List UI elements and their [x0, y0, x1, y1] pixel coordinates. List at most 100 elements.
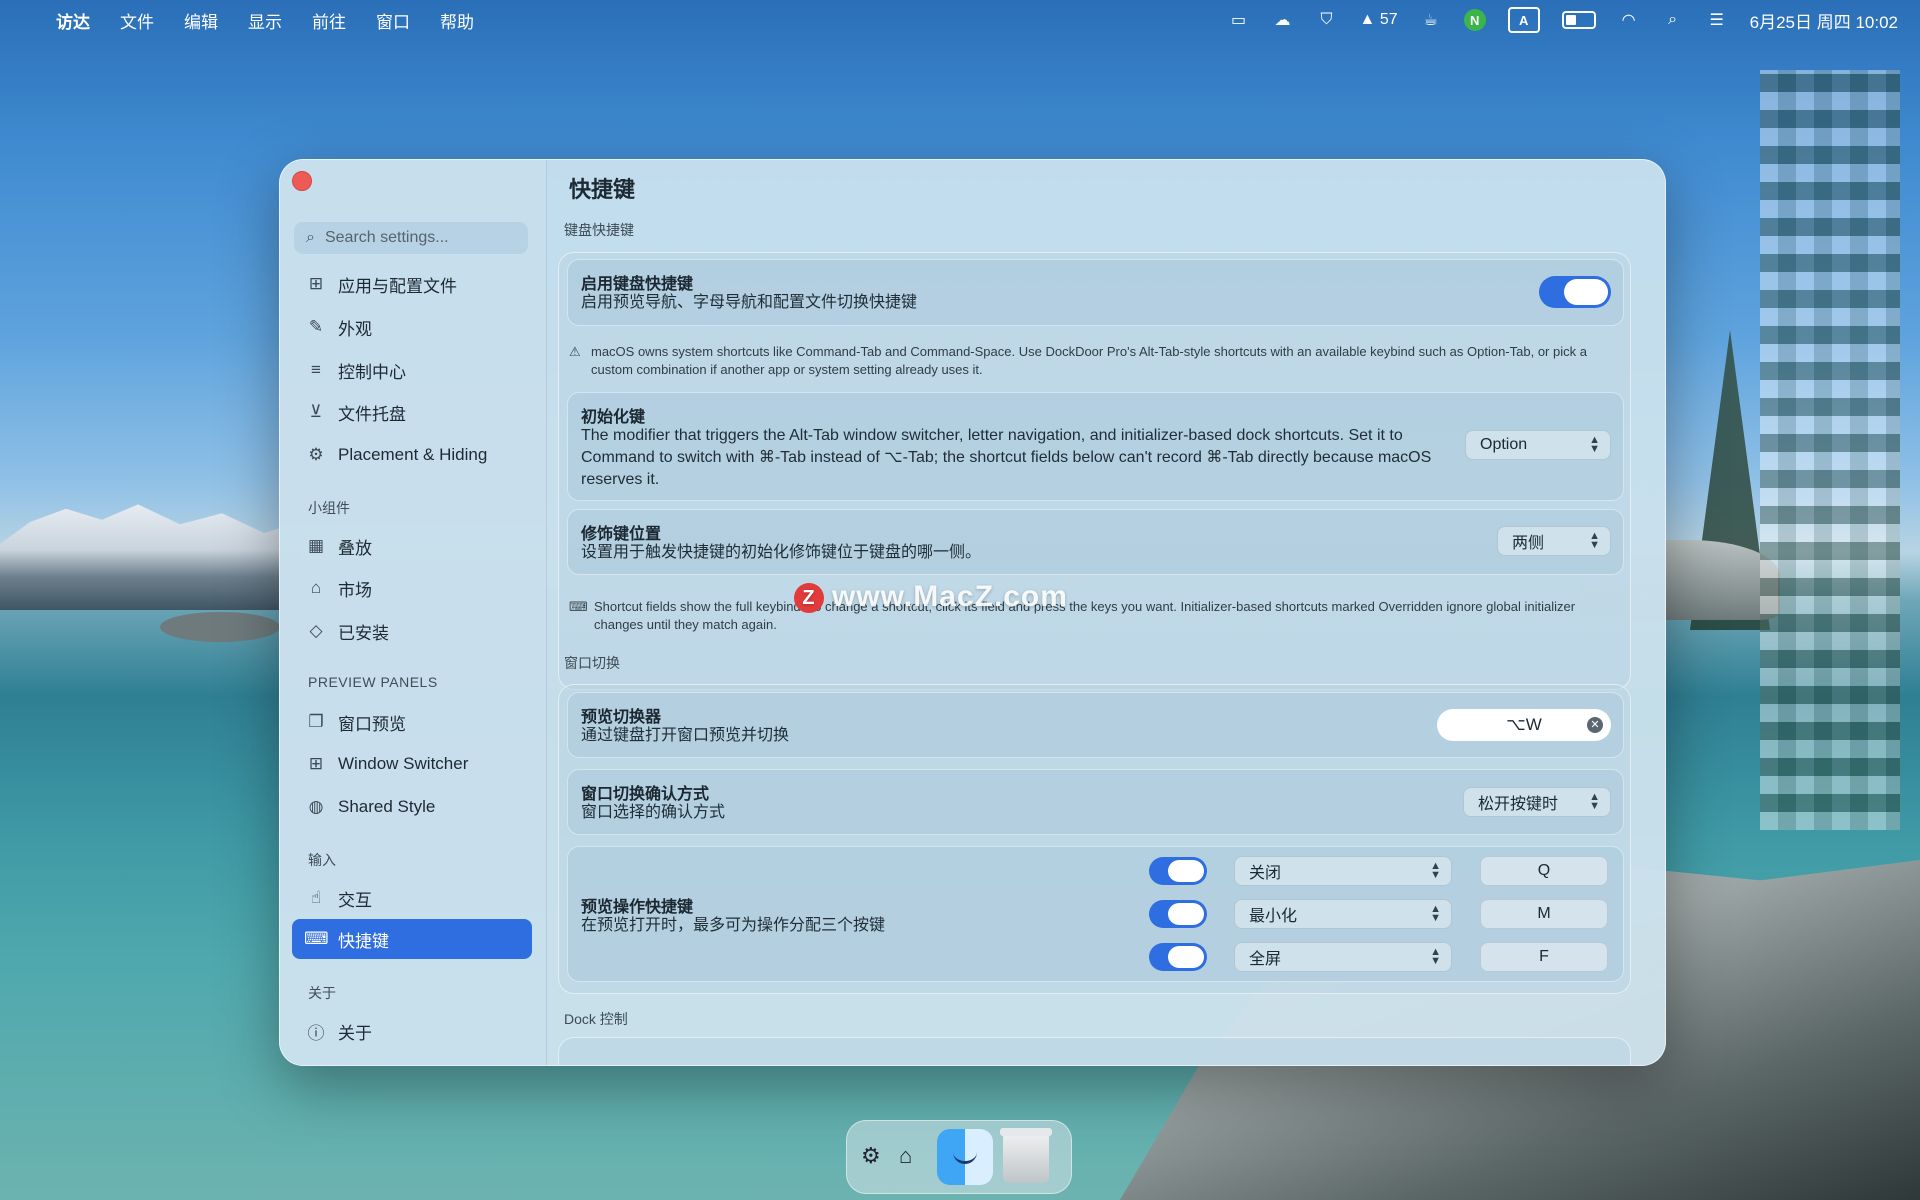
cube-icon: ◇ — [309, 621, 323, 640]
initializer-key-title: 初始化键 — [581, 409, 646, 426]
action-3-key[interactable]: F — [1480, 942, 1608, 972]
sidebar-item-placement-hiding[interactable]: ⚙ Placement & Hiding — [292, 435, 532, 475]
switch-confirm-row: 窗口切换确认方式 窗口选择的确认方式 松开按键时 ▲ ▼ — [567, 769, 1624, 835]
trash-icon[interactable] — [1000, 1128, 1052, 1183]
chevron-updown-icon: ▲ ▼ — [1589, 530, 1600, 551]
modifier-side-desc: 设置用于触发快捷键的初始化修饰键位于键盘的哪一侧。 — [581, 544, 982, 561]
home-icon[interactable]: ⌂ — [899, 1143, 912, 1169]
display-icon[interactable]: ▭ — [1228, 9, 1250, 31]
initializer-key-value: Option — [1480, 436, 1528, 453]
menu-bar: 访达 文件 编辑 显示 前往 窗口 帮助 ▭ ☁ ⛉ ▲ 57 ☕ N A ◠ … — [0, 0, 1920, 40]
sidebar-item-stack[interactable]: ▦ 叠放 — [292, 526, 532, 566]
gear-icon: ⚙ — [308, 445, 324, 464]
modifier-side-row: 修饰键位置 设置用于触发快捷键的初始化修饰键位于键盘的哪一侧。 两侧 ▲ ▼ — [567, 509, 1624, 575]
action-2-key[interactable]: M — [1480, 899, 1608, 929]
sidebar-item-shared-style[interactable]: ◍ Shared Style — [292, 787, 532, 827]
chevron-updown-icon: ▲ ▼ — [1589, 434, 1600, 455]
warning-icon: ⚠ — [569, 344, 581, 359]
sidebar-item-interaction[interactable]: ☝ 交互 — [292, 878, 532, 918]
wifi-icon[interactable]: ◠ — [1618, 9, 1640, 31]
finder-icon[interactable] — [937, 1129, 993, 1185]
mountain-icon: ▲ — [1359, 11, 1376, 28]
clear-shortcut-icon[interactable]: ✕ — [1587, 717, 1603, 733]
n-app-icon[interactable]: N — [1463, 9, 1486, 31]
action-3-value: 全屏 — [1249, 951, 1282, 968]
menu-item-go[interactable]: 前往 — [312, 8, 346, 33]
switch-confirm-value: 松开按键时 — [1478, 796, 1559, 813]
menu-item-window[interactable]: 窗口 — [376, 8, 410, 33]
action-1-key[interactable]: Q — [1480, 856, 1608, 886]
control-center-icon[interactable]: ☰ — [1706, 9, 1728, 31]
windows-icon: ❐ — [308, 712, 324, 731]
main-content: 快捷键 键盘快捷键 启用键盘快捷键 启用预览导航、字母导航和配置文件切换快捷键 … — [546, 160, 1665, 1065]
cup-icon[interactable]: ☕ — [1420, 9, 1442, 31]
page-title: 快捷键 — [569, 177, 636, 202]
sidebar-item-market[interactable]: ⌂ 市场 — [292, 568, 532, 608]
action-3-select[interactable]: 全屏 ▲ ▼ — [1234, 942, 1452, 972]
sidebar-item-installed[interactable]: ◇ 已安装 — [292, 611, 532, 651]
menu-clock[interactable]: 6月25日 周四 10:02 — [1750, 8, 1898, 33]
section-heading-dock-control: Dock 控制 — [564, 1011, 628, 1027]
sidebar-item-apps-profiles[interactable]: ⊞ 应用与配置文件 — [292, 264, 532, 304]
action-2-value: 最小化 — [1249, 908, 1298, 925]
sidebar-item-window-preview[interactable]: ❐ 窗口预览 — [292, 702, 532, 742]
sidebar-item-control-center[interactable]: ≡ 控制中心 — [292, 350, 532, 390]
sidebar-item-window-switcher[interactable]: ⊞ Window Switcher — [292, 744, 532, 784]
menu-app-name[interactable]: 访达 — [56, 8, 90, 33]
modifier-side-value: 两侧 — [1512, 535, 1545, 552]
preview-switcher-desc: 通过键盘打开窗口预览并切换 — [581, 727, 790, 744]
menu-item-file[interactable]: 文件 — [120, 8, 154, 33]
battery-icon[interactable] — [1561, 11, 1596, 29]
preview-switcher-shortcut-field[interactable]: ⌥W ✕ — [1437, 709, 1611, 741]
sidebar-item-label: Placement & Hiding — [338, 445, 488, 464]
enable-shortcuts-toggle[interactable] — [1539, 276, 1611, 308]
sidebar-item-appearance[interactable]: ✎ 外观 — [292, 307, 532, 347]
input-method-indicator[interactable]: A — [1507, 7, 1540, 33]
sidebar-item-file-tray[interactable]: ⊻ 文件托盘 — [292, 392, 532, 432]
search-field[interactable]: ⌕ Search settings... — [294, 222, 528, 254]
switch-confirm-select[interactable]: 松开按键时 ▲ ▼ — [1463, 787, 1611, 817]
enable-shortcuts-title: 启用键盘快捷键 — [581, 276, 694, 293]
wallpaper-rock — [160, 612, 280, 642]
menu-item-edit[interactable]: 编辑 — [184, 8, 218, 33]
chevron-updown-icon: ▲ ▼ — [1430, 860, 1441, 881]
sidebar-section-widgets: 小组件 — [308, 500, 350, 516]
window-close-button[interactable] — [292, 171, 312, 191]
action-1-select[interactable]: 关闭 ▲ ▼ — [1234, 856, 1452, 886]
sidebar-item-label: 快捷键 — [338, 931, 389, 951]
action-2-select[interactable]: 最小化 ▲ ▼ — [1234, 899, 1452, 929]
sidebar-section-input: 输入 — [308, 852, 336, 868]
modifier-side-select[interactable]: 两侧 ▲ ▼ — [1497, 526, 1611, 556]
tray-icon: ⊻ — [309, 402, 323, 421]
weather-status[interactable]: ▲ 57 — [1360, 9, 1398, 31]
palette-icon: ◍ — [308, 797, 324, 816]
action-2-toggle[interactable] — [1149, 900, 1207, 928]
window-switch-card: 预览切换器 通过键盘打开窗口预览并切换 ⌥W ✕ 窗口切换确认方式 窗口选择的确… — [558, 684, 1631, 994]
sidebar-section-about: 关于 — [308, 985, 336, 1001]
action-3-toggle[interactable] — [1149, 943, 1207, 971]
sidebar-item-label: 已安装 — [338, 623, 389, 643]
modifier-side-title: 修饰键位置 — [581, 526, 662, 543]
enable-shortcuts-desc: 启用预览导航、字母导航和配置文件切换快捷键 — [581, 294, 918, 311]
menu-item-help[interactable]: 帮助 — [440, 8, 474, 33]
sidebar-item-label: 窗口预览 — [338, 714, 406, 734]
wallpaper-mountains — [0, 504, 300, 610]
action-1-toggle[interactable] — [1149, 857, 1207, 885]
hand-icon: ☝ — [310, 888, 322, 907]
sidebar-item-about[interactable]: ⓘ 关于 — [292, 1011, 532, 1051]
gear-icon[interactable]: ⚙ — [861, 1143, 881, 1169]
spotlight-search-icon[interactable]: ⌕ — [1662, 9, 1684, 31]
sidebar-item-label: 交互 — [338, 890, 372, 910]
sidebar-item-shortcuts[interactable]: ⌨ 快捷键 — [292, 919, 532, 959]
shield-icon[interactable]: ⛉ — [1316, 9, 1338, 31]
shortcut-fields-footnote: Shortcut fields show the full keybind. T… — [594, 599, 1576, 632]
sidebar-section-preview-panels: PREVIEW PANELS — [308, 674, 438, 690]
search-placeholder: Search settings... — [324, 229, 449, 246]
menu-item-view[interactable]: 显示 — [248, 8, 282, 33]
initializer-key-select[interactable]: Option ▲ ▼ — [1465, 430, 1611, 460]
cloud-status-icon[interactable]: ☁ — [1272, 9, 1294, 31]
keyboard-shortcuts-card: 启用键盘快捷键 启用预览导航、字母导航和配置文件切换快捷键 ⚠ macOS ow… — [558, 252, 1631, 690]
watermark-text: www.MacZ.com — [832, 580, 1068, 613]
keyboard-icon: ⌨ — [569, 599, 588, 614]
preview-actions-row: 预览操作快捷键 在预览打开时，最多可为操作分配三个按键 关闭 ▲ ▼ Q 最小化 ▲ ▼… — [567, 846, 1624, 982]
